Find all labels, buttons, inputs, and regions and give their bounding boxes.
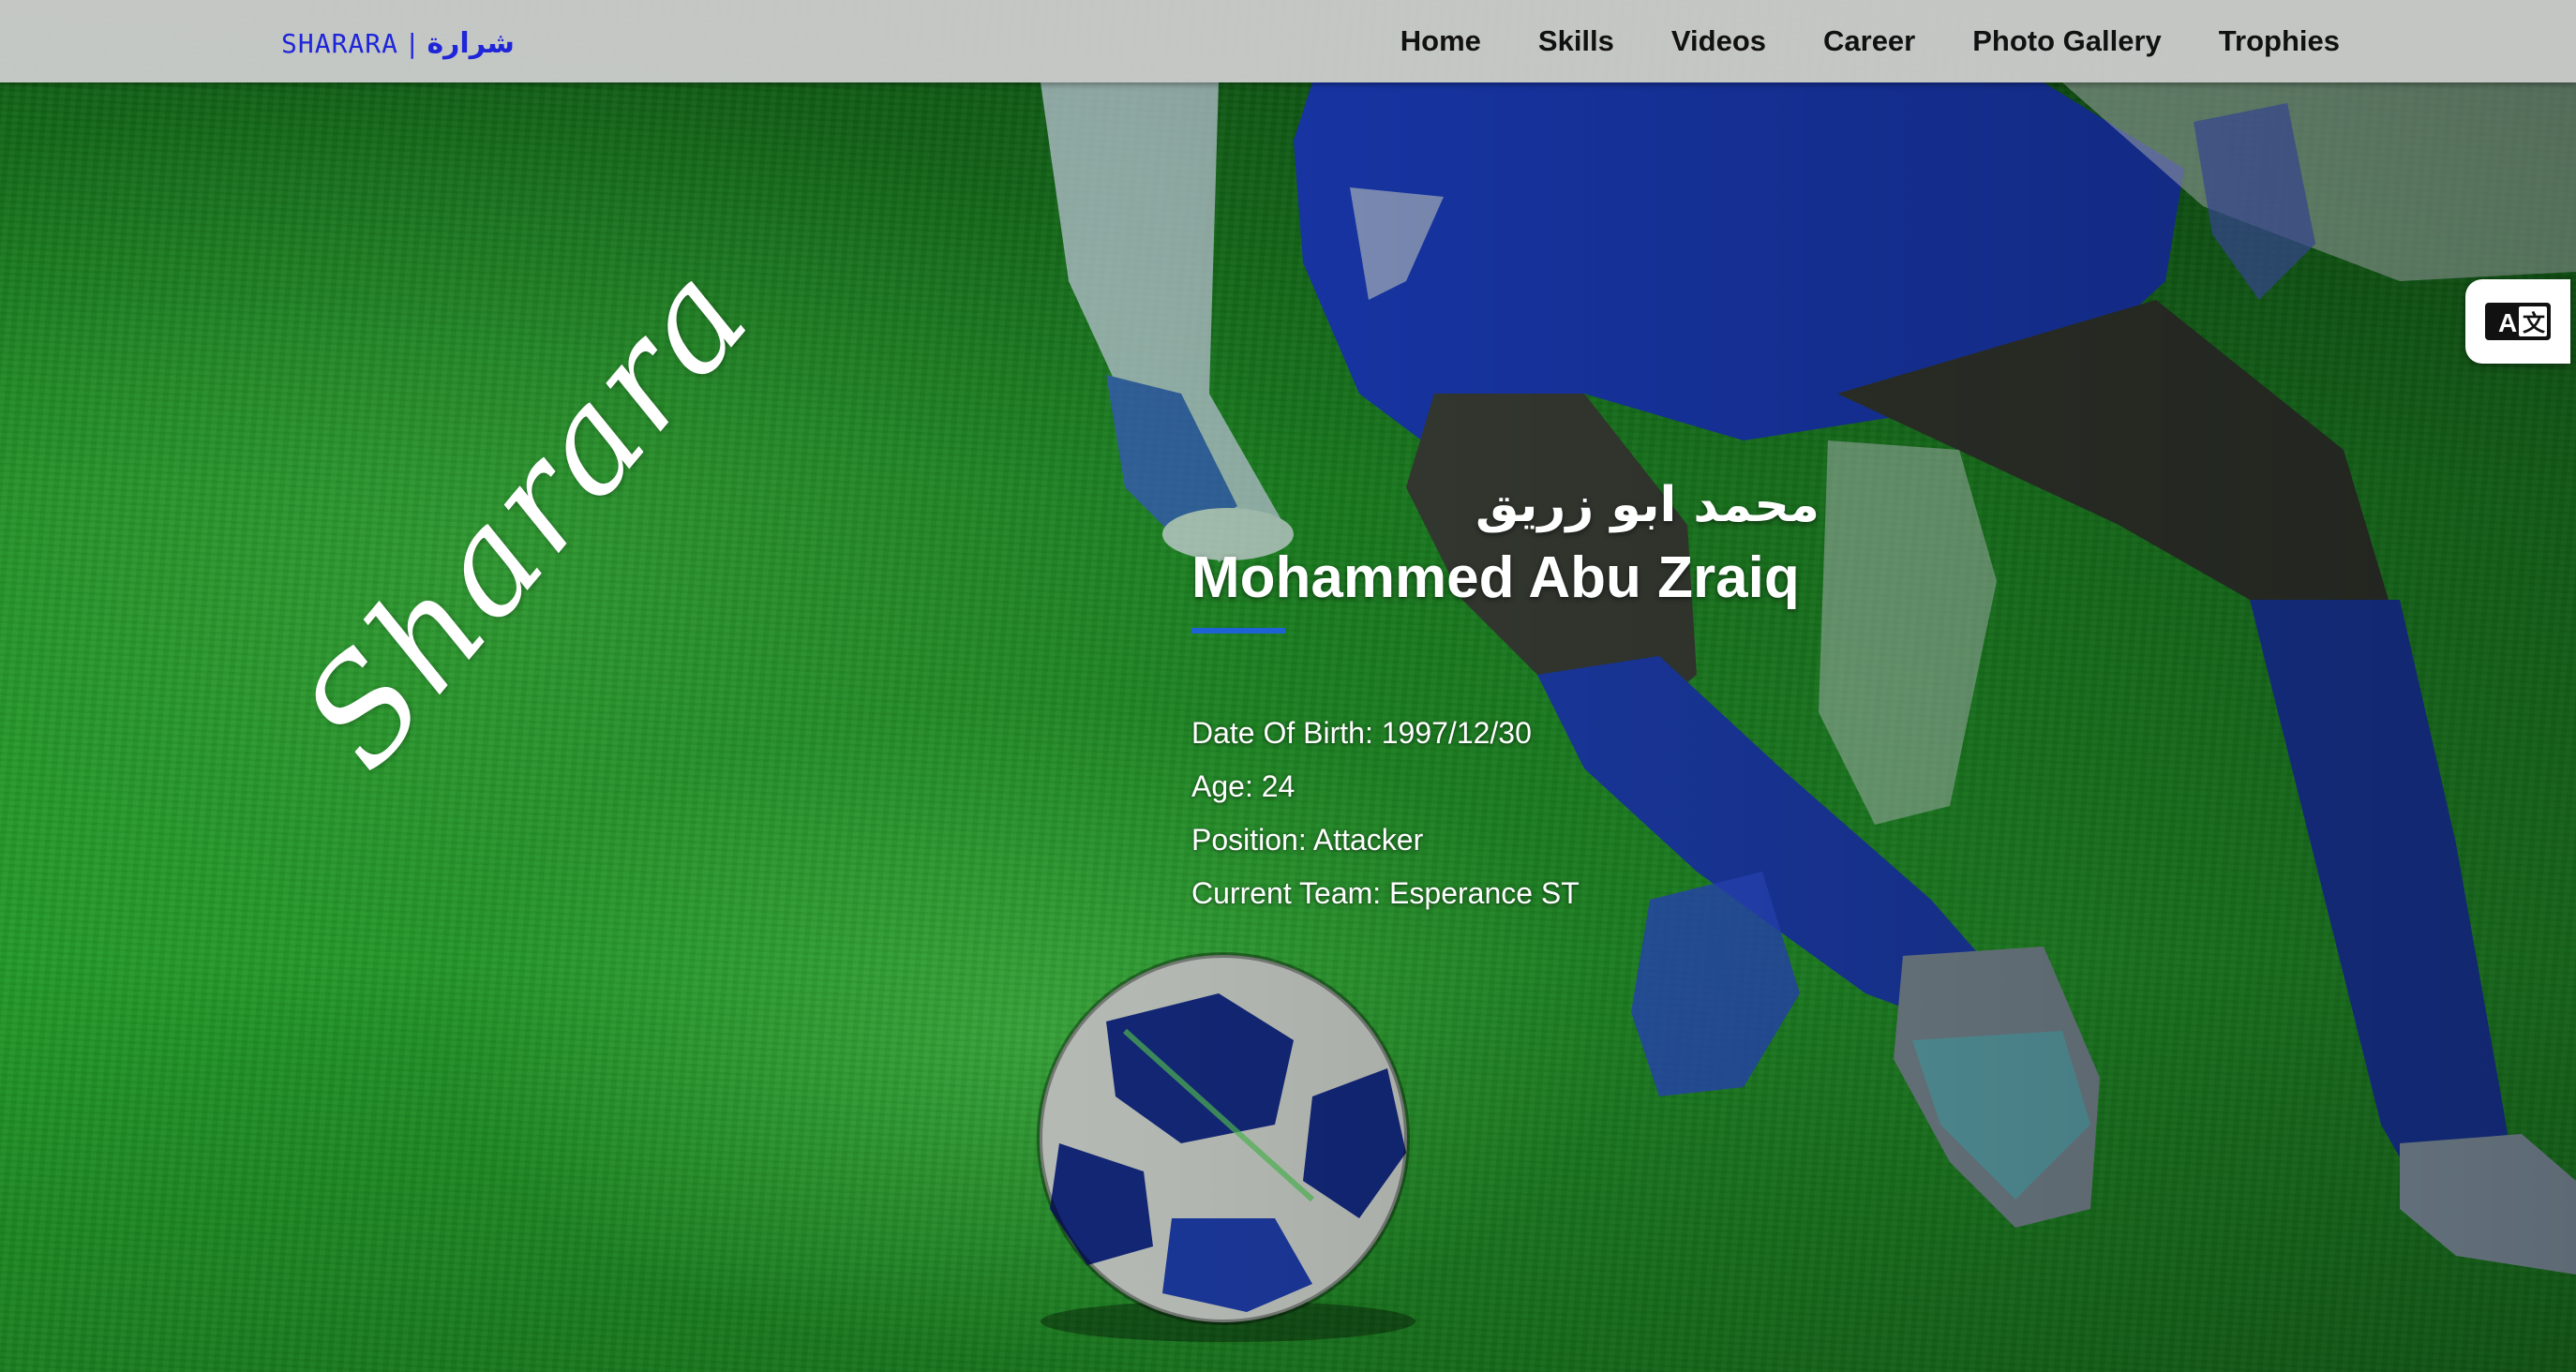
- hero-section: SHARARA | شرارة Home Skills Videos Caree…: [0, 0, 2576, 1372]
- brand-logo[interactable]: SHARARA | شرارة: [281, 22, 515, 64]
- nav-links: Home Skills Videos Career Photo Gallery …: [1400, 0, 2340, 82]
- svg-text:A: A: [2498, 308, 2517, 337]
- nav-home[interactable]: Home: [1400, 24, 1481, 58]
- svg-text:文: 文: [2523, 310, 2546, 336]
- nav-trophies[interactable]: Trophies: [2219, 24, 2340, 58]
- player-profile: محمد ابو زريق Mohammed Abu Zraiq Date Of…: [1191, 472, 1848, 920]
- player-name-english: Mohammed Abu Zraiq: [1191, 545, 1800, 610]
- nav-career[interactable]: Career: [1823, 24, 1915, 58]
- fact-age: Age: 24: [1191, 769, 1295, 803]
- translate-icon: A 文: [2485, 303, 2551, 340]
- brand-latin: SHARARA: [281, 27, 399, 59]
- nav-skills[interactable]: Skills: [1538, 24, 1614, 58]
- player-facts: Date Of Birth: 1997/12/30 Age: 24 Positi…: [1191, 707, 1848, 920]
- translate-button[interactable]: A 文: [2465, 279, 2570, 364]
- nav-photo-gallery[interactable]: Photo Gallery: [1972, 24, 2162, 58]
- fact-position: Position: Attacker: [1191, 823, 1424, 857]
- fact-current-team: Current Team: Esperance ST: [1191, 876, 1580, 910]
- brand-separator: |: [408, 27, 418, 59]
- nav-videos[interactable]: Videos: [1671, 24, 1766, 58]
- name-underline: [1191, 628, 1285, 634]
- brand-arabic: شرارة: [427, 26, 515, 60]
- top-navbar: SHARARA | شرارة Home Skills Videos Caree…: [0, 0, 2576, 82]
- player-name-arabic: محمد ابو زريق: [1475, 477, 1820, 533]
- fact-date-of-birth: Date Of Birth: 1997/12/30: [1191, 716, 1532, 750]
